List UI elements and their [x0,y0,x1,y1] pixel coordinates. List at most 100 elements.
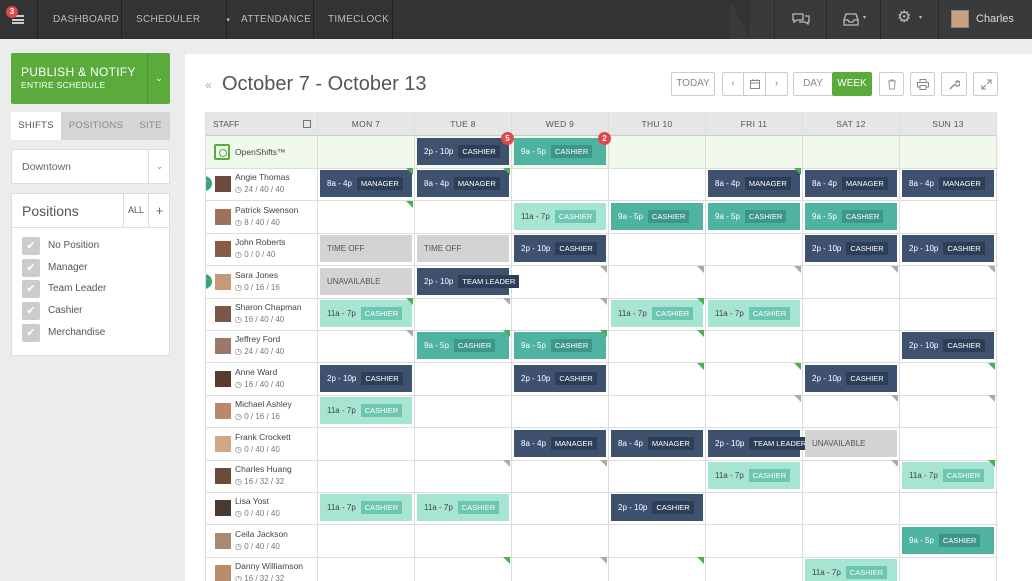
shift-block[interactable]: 9a - 5p CASHIER [611,202,703,230]
shift-block[interactable]: 9a - 5p CASHIER [417,332,509,360]
chat-button[interactable] [774,0,826,39]
checkbox-checked-icon[interactable]: ✔ [22,259,40,277]
tab-shifts[interactable]: SHIFTS [11,112,61,140]
schedule-cell[interactable] [803,460,900,492]
schedule-cell[interactable] [415,460,512,492]
nav-timeclock[interactable]: TIMECLOCK [314,0,393,39]
schedule-cell[interactable] [609,136,706,168]
schedule-cell[interactable] [803,136,900,168]
schedule-cell[interactable]: 9a - 5p CASHIER [900,524,997,557]
schedule-cell[interactable]: 9a - 5p CASHIER [415,330,512,363]
schedule-cell[interactable] [318,460,415,492]
schedule-cell[interactable] [900,200,997,233]
week-view-button[interactable]: WEEK [832,72,872,96]
print-button[interactable] [910,72,935,96]
schedule-cell[interactable]: TIME OFF [415,233,512,266]
nav-scheduler[interactable]: SCHEDULER ▾ [122,0,230,39]
schedule-cell[interactable] [706,557,803,581]
schedule-cell[interactable] [803,298,900,330]
schedule-cell[interactable]: UNAVAILABLE [803,427,900,460]
shift-block[interactable]: 2p - 10p CASHIER [805,235,897,263]
schedule-cell[interactable] [803,492,900,525]
shift-block[interactable]: 2p - 10p CASHIER [514,235,606,263]
publish-options-button[interactable]: ⌄ [147,53,170,104]
schedule-cell[interactable]: 2p - 10p CASHIER 5 [415,132,514,168]
schedule-cell[interactable]: 8a - 4p MANAGER [803,168,900,201]
schedule-cell[interactable] [609,460,706,492]
schedule-cell[interactable] [415,395,512,428]
shift-block[interactable]: 11a - 7p CASHIER [417,494,509,522]
schedule-cell[interactable] [415,362,512,395]
staff-cell[interactable]: John Roberts ◷ 0 / 0 / 40 [206,233,318,266]
schedule-cell[interactable]: 11a - 7p CASHIER [900,460,997,492]
shift-block[interactable]: 11a - 7p CASHIER [708,462,800,489]
shift-block[interactable]: 9a - 5p CASHIER [902,526,994,554]
shift-block[interactable]: 11a - 7p CASHIER [611,300,703,327]
publish-notify-button[interactable]: PUBLISH & NOTIFY ENTIRE SCHEDULE ⌄ [11,53,170,104]
schedule-cell[interactable] [609,265,706,298]
tab-positions[interactable]: POSITIONS [61,112,131,140]
collapse-sidebar-icon[interactable]: « [205,78,212,92]
schedule-cell[interactable] [706,492,803,525]
schedule-cell[interactable] [803,330,900,363]
schedule-cell[interactable]: 9a - 5p CASHIER [706,200,803,233]
staff-cell[interactable]: Charles Huang ◷ 16 / 32 / 32 [206,460,318,492]
schedule-cell[interactable]: 11a - 7p CASHIER [706,460,803,492]
status-block[interactable]: UNAVAILABLE [805,429,897,457]
tools-button[interactable] [941,72,967,96]
schedule-cell[interactable] [415,524,512,557]
schedule-cell[interactable]: TIME OFF [318,233,415,266]
checkbox-checked-icon[interactable]: ✔ [22,302,40,320]
tab-site[interactable]: SITE [131,112,170,140]
today-button[interactable]: TODAY [671,72,715,96]
next-week-button[interactable]: › [766,73,787,95]
schedule-cell[interactable]: 2p - 10p CASHIER [803,233,900,266]
staff-cell[interactable]: Jeffrey Ford ◷ 24 / 40 / 40 [206,330,318,363]
schedule-cell[interactable] [318,200,415,233]
schedule-cell[interactable]: 11a - 7p CASHIER [318,395,415,428]
schedule-cell[interactable] [706,136,803,168]
schedule-cell[interactable] [318,524,415,557]
schedule-cell[interactable]: 9a - 5p CASHIER [803,200,900,233]
day-view-button[interactable]: DAY [793,72,833,96]
schedule-cell[interactable] [900,362,997,395]
schedule-cell[interactable]: 11a - 7p CASHIER [318,492,415,525]
prev-week-button[interactable]: ‹ [723,73,744,95]
shift-block[interactable]: 8a - 4p MANAGER [320,170,412,198]
staff-cell[interactable]: Anne Ward ◷ 16 / 40 / 40 [206,362,318,395]
shift-block[interactable]: 2p - 10p TEAM LEADER [708,429,811,457]
shift-block[interactable]: 11a - 7p CASHIER [320,494,412,522]
schedule-cell[interactable]: 8a - 4p MANAGER [706,168,803,201]
shift-block[interactable]: 8a - 4p MANAGER [805,170,897,198]
schedule-cell[interactable]: 11a - 7p CASHIER [512,200,609,233]
schedule-cell[interactable] [706,265,803,298]
staff-cell[interactable]: Lisa Yost ◷ 0 / 40 / 40 [206,492,318,525]
schedule-cell[interactable] [803,265,900,298]
schedule-cell[interactable]: 8a - 4p MANAGER [900,168,997,201]
schedule-cell[interactable]: 2p - 10p CASHIER [803,362,900,395]
select-all-checkbox[interactable] [303,120,311,128]
schedule-cell[interactable] [415,427,512,460]
schedule-cell[interactable]: 8a - 4p MANAGER [318,168,415,201]
schedule-cell[interactable] [512,168,609,201]
shift-block[interactable]: 8a - 4p MANAGER [417,170,509,198]
schedule-cell[interactable]: 11a - 7p CASHIER [318,298,415,330]
shift-block[interactable]: 8a - 4p MANAGER [708,170,800,198]
shift-block[interactable]: 11a - 7p CASHIER [902,462,994,489]
schedule-cell[interactable]: 2p - 10p TEAM LEADER [415,265,520,298]
shift-block[interactable]: 2p - 10p CASHIER [320,364,412,392]
inbox-button[interactable]: ▾ [826,0,880,39]
schedule-cell[interactable]: 8a - 4p MANAGER [415,168,512,201]
user-menu[interactable]: Charles [938,0,1032,39]
calendar-button[interactable] [744,73,766,95]
shift-block[interactable]: 9a - 5p CASHIER [708,202,800,230]
schedule-cell[interactable] [609,524,706,557]
main-menu-button[interactable]: 3 [0,0,38,39]
schedule-cell[interactable] [609,557,706,581]
schedule-cell[interactable] [512,460,609,492]
schedule-cell[interactable] [900,298,997,330]
staff-cell[interactable]: Ceila Jackson ◷ 0 / 40 / 40 [206,524,318,557]
staff-cell[interactable]: Sara Jones ◷ 0 / 16 / 16 [206,265,318,298]
schedule-cell[interactable]: 11a - 7p CASHIER [609,298,706,330]
staff-cell[interactable]: Michael Ashley ◷ 0 / 16 / 16 [206,395,318,428]
